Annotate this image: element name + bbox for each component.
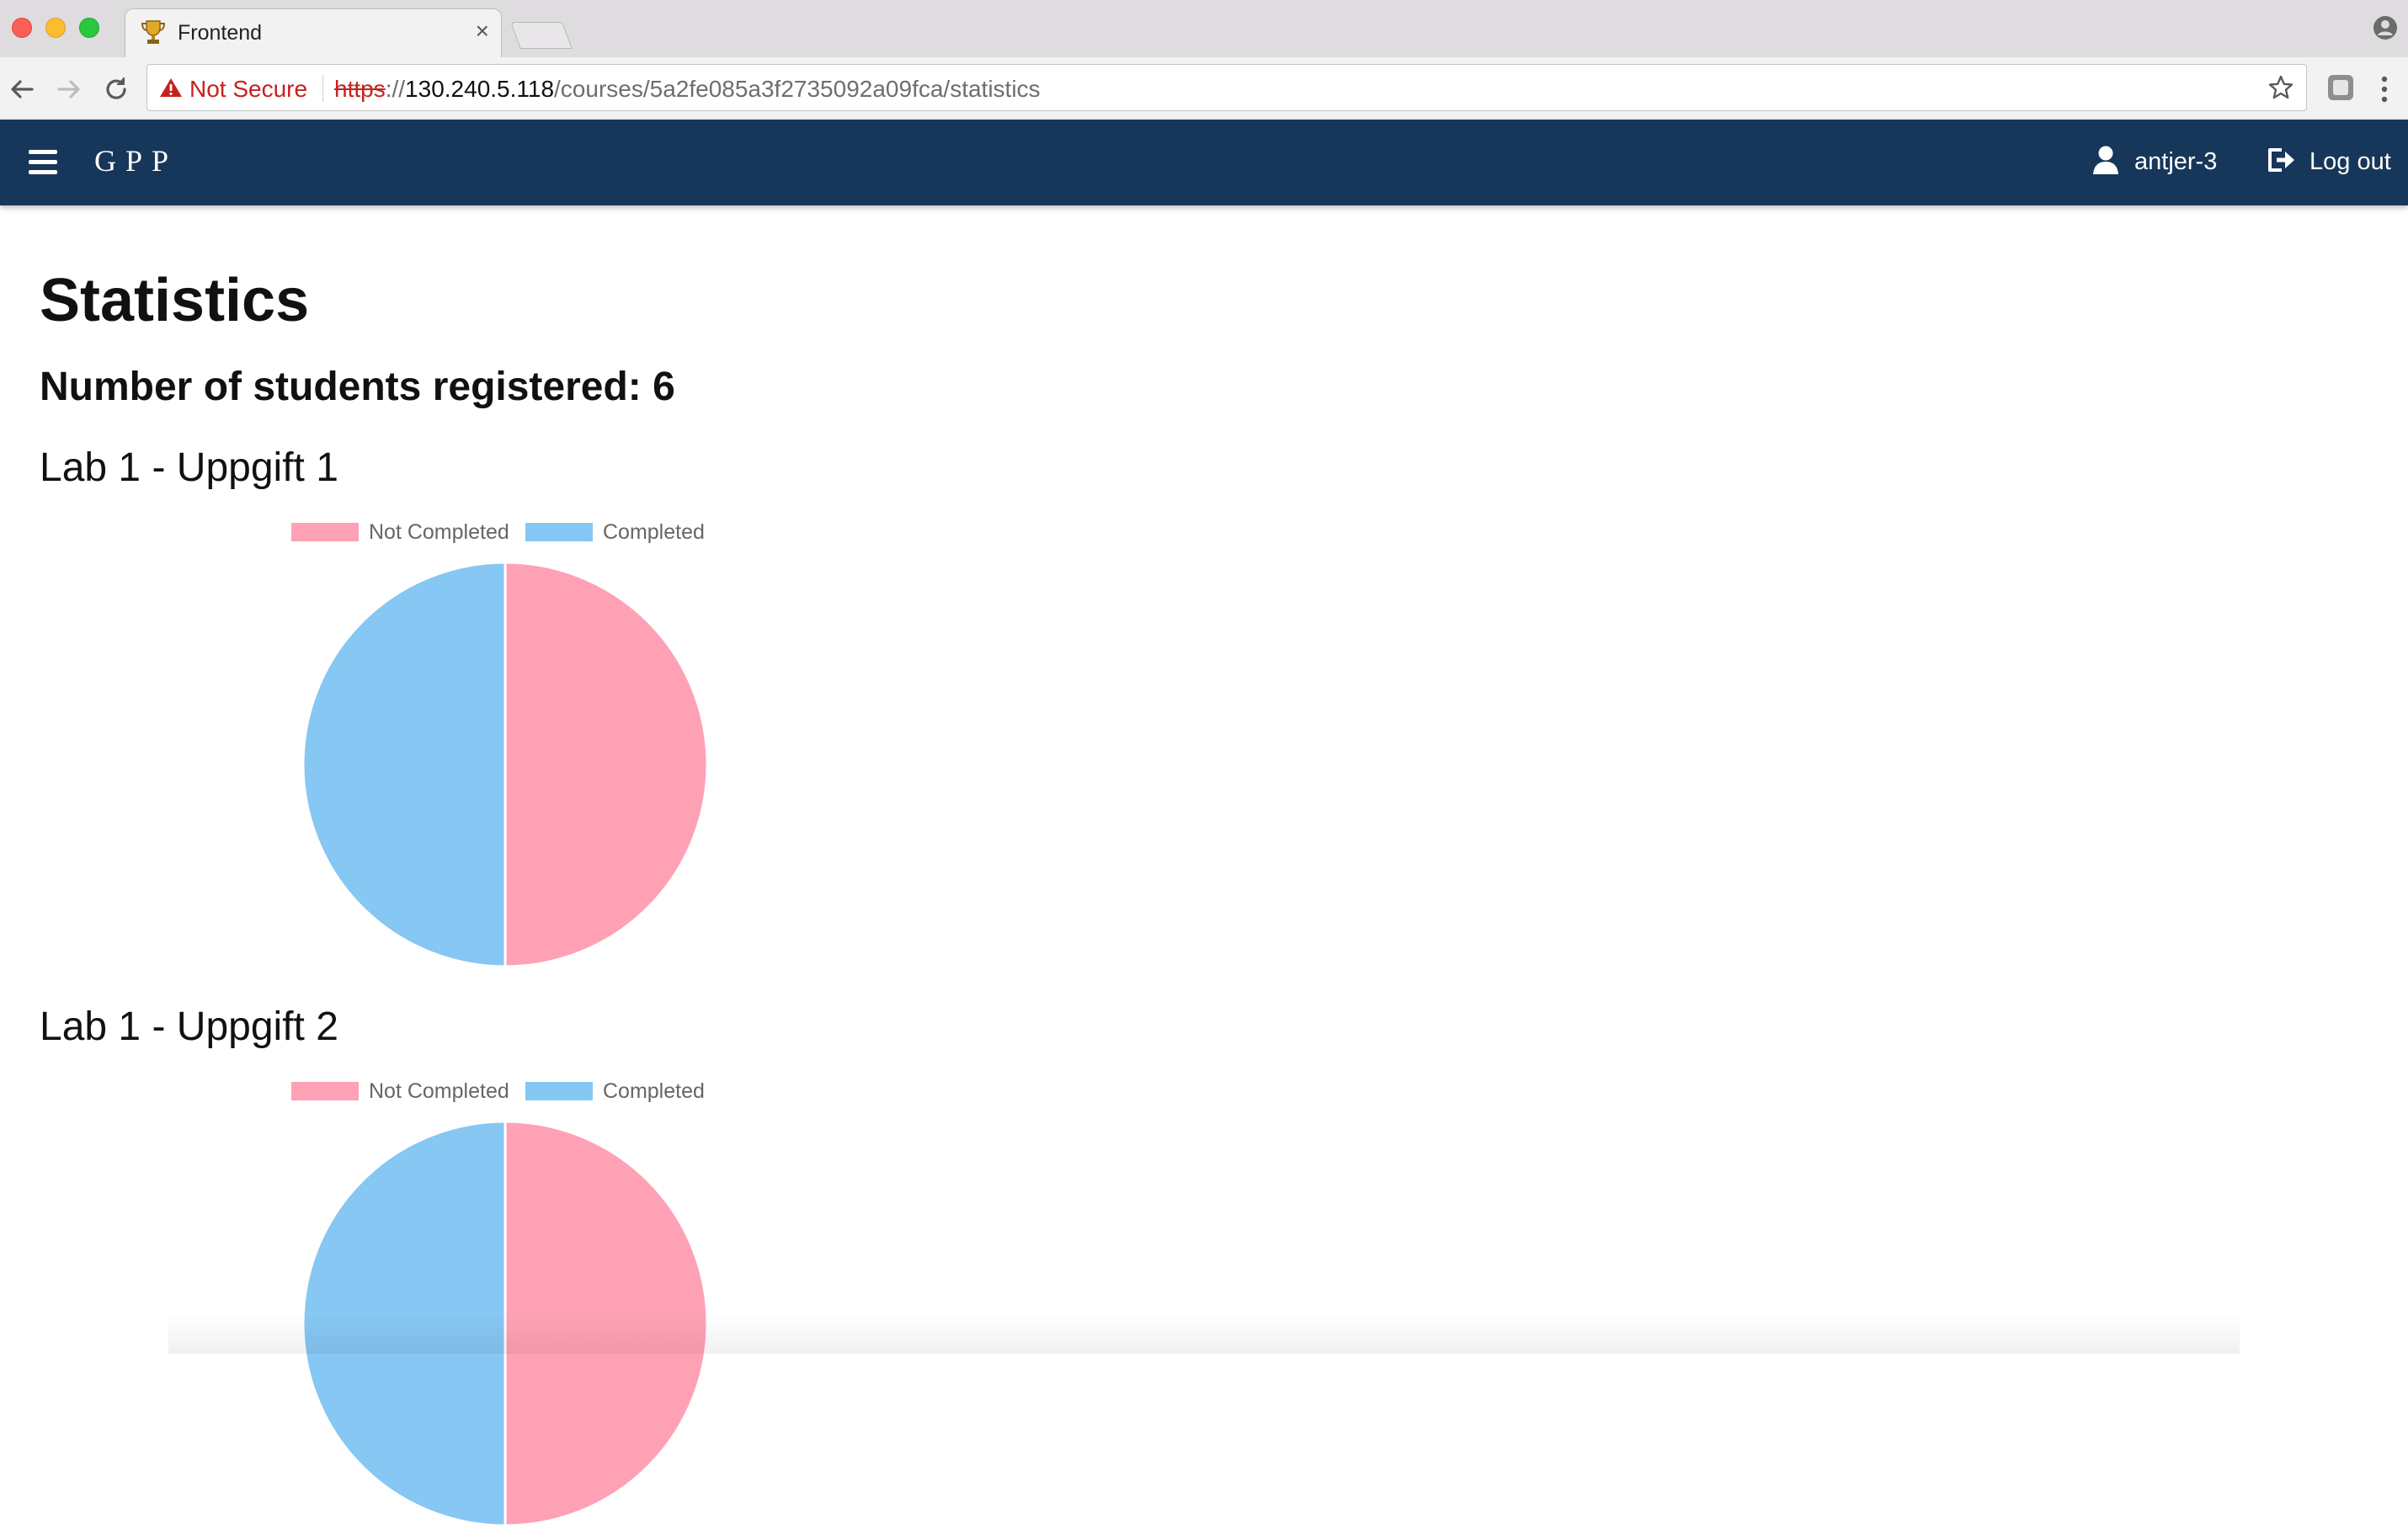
app-navbar: GPP antjer-3 Log out: [0, 120, 2408, 205]
url-text[interactable]: https://130.240.5.118/courses/5a2fe085a3…: [334, 76, 1041, 103]
pie-slice-not-completed[interactable]: [503, 561, 709, 968]
legend-swatch-not-completed: [291, 1082, 359, 1100]
omnibox-divider: [322, 75, 323, 102]
students-registered-count: Number of students registered: 6: [40, 365, 675, 409]
legend-label-not-completed: Not Completed: [369, 1079, 509, 1103]
username-link[interactable]: antjer-3: [2134, 148, 2217, 176]
browser-toolbar: Not Secure https://130.240.5.118/courses…: [0, 57, 2408, 120]
not-secure-label[interactable]: Not Secure: [189, 76, 307, 103]
extension-icon[interactable]: [2325, 72, 2356, 103]
user-icon[interactable]: [2091, 145, 2120, 175]
legend-swatch-not-completed: [291, 523, 359, 541]
close-window-button[interactable]: [12, 18, 32, 38]
legend-swatch-completed: [525, 523, 593, 541]
maximize-window-button[interactable]: [79, 18, 99, 38]
tab-close-button[interactable]: ×: [476, 19, 489, 44]
browser-tab-strip: Frontend ×: [0, 0, 2408, 57]
legend-label-completed: Completed: [603, 1079, 705, 1103]
minimize-window-button[interactable]: [45, 18, 66, 38]
browser-tab[interactable]: Frontend ×: [125, 8, 502, 57]
legend-label-not-completed: Not Completed: [369, 520, 509, 544]
brand-logo[interactable]: GPP: [94, 143, 178, 178]
page-title: Statistics: [40, 267, 310, 334]
forward-arrow-icon: [57, 80, 80, 99]
back-button[interactable]: [5, 72, 39, 106]
chart-title: Lab 1 - Uppgift 1: [40, 445, 338, 490]
trophy-icon: [141, 20, 166, 44]
address-bar[interactable]: Not Secure https://130.240.5.118/courses…: [147, 64, 2307, 111]
pie-slice-not-completed[interactable]: [503, 1120, 709, 1527]
warning-icon: [160, 78, 182, 97]
tab-title: Frontend: [178, 21, 263, 45]
back-arrow-icon: [11, 80, 34, 99]
pie-chart[interactable]: [300, 559, 711, 970]
url-scheme: https: [334, 76, 386, 102]
url-path: /courses/5a2fe085a3f2735092a09fca/statis…: [554, 76, 1041, 102]
logout-link[interactable]: Log out: [2309, 148, 2391, 176]
bookmark-star-icon[interactable]: [2267, 74, 2294, 101]
url-separator: ://: [385, 76, 406, 102]
chart-title: Lab 1 - Uppgift 2: [40, 1004, 338, 1049]
reload-icon: [106, 77, 126, 99]
pie-slice-completed[interactable]: [301, 561, 507, 968]
forward-button[interactable]: [52, 72, 86, 106]
url-host: 130.240.5.118: [405, 76, 555, 102]
pie-slice-completed[interactable]: [301, 1120, 507, 1527]
hamburger-menu-icon[interactable]: [29, 150, 57, 175]
reload-button[interactable]: [99, 72, 133, 106]
new-tab-button[interactable]: [510, 22, 573, 49]
logout-icon[interactable]: [2265, 145, 2297, 175]
profile-icon[interactable]: [2373, 15, 2398, 40]
legend-swatch-completed: [525, 1082, 593, 1100]
browser-menu-icon[interactable]: [2374, 72, 2395, 106]
legend-label-completed: Completed: [603, 520, 705, 544]
pie-chart[interactable]: [300, 1118, 711, 1529]
